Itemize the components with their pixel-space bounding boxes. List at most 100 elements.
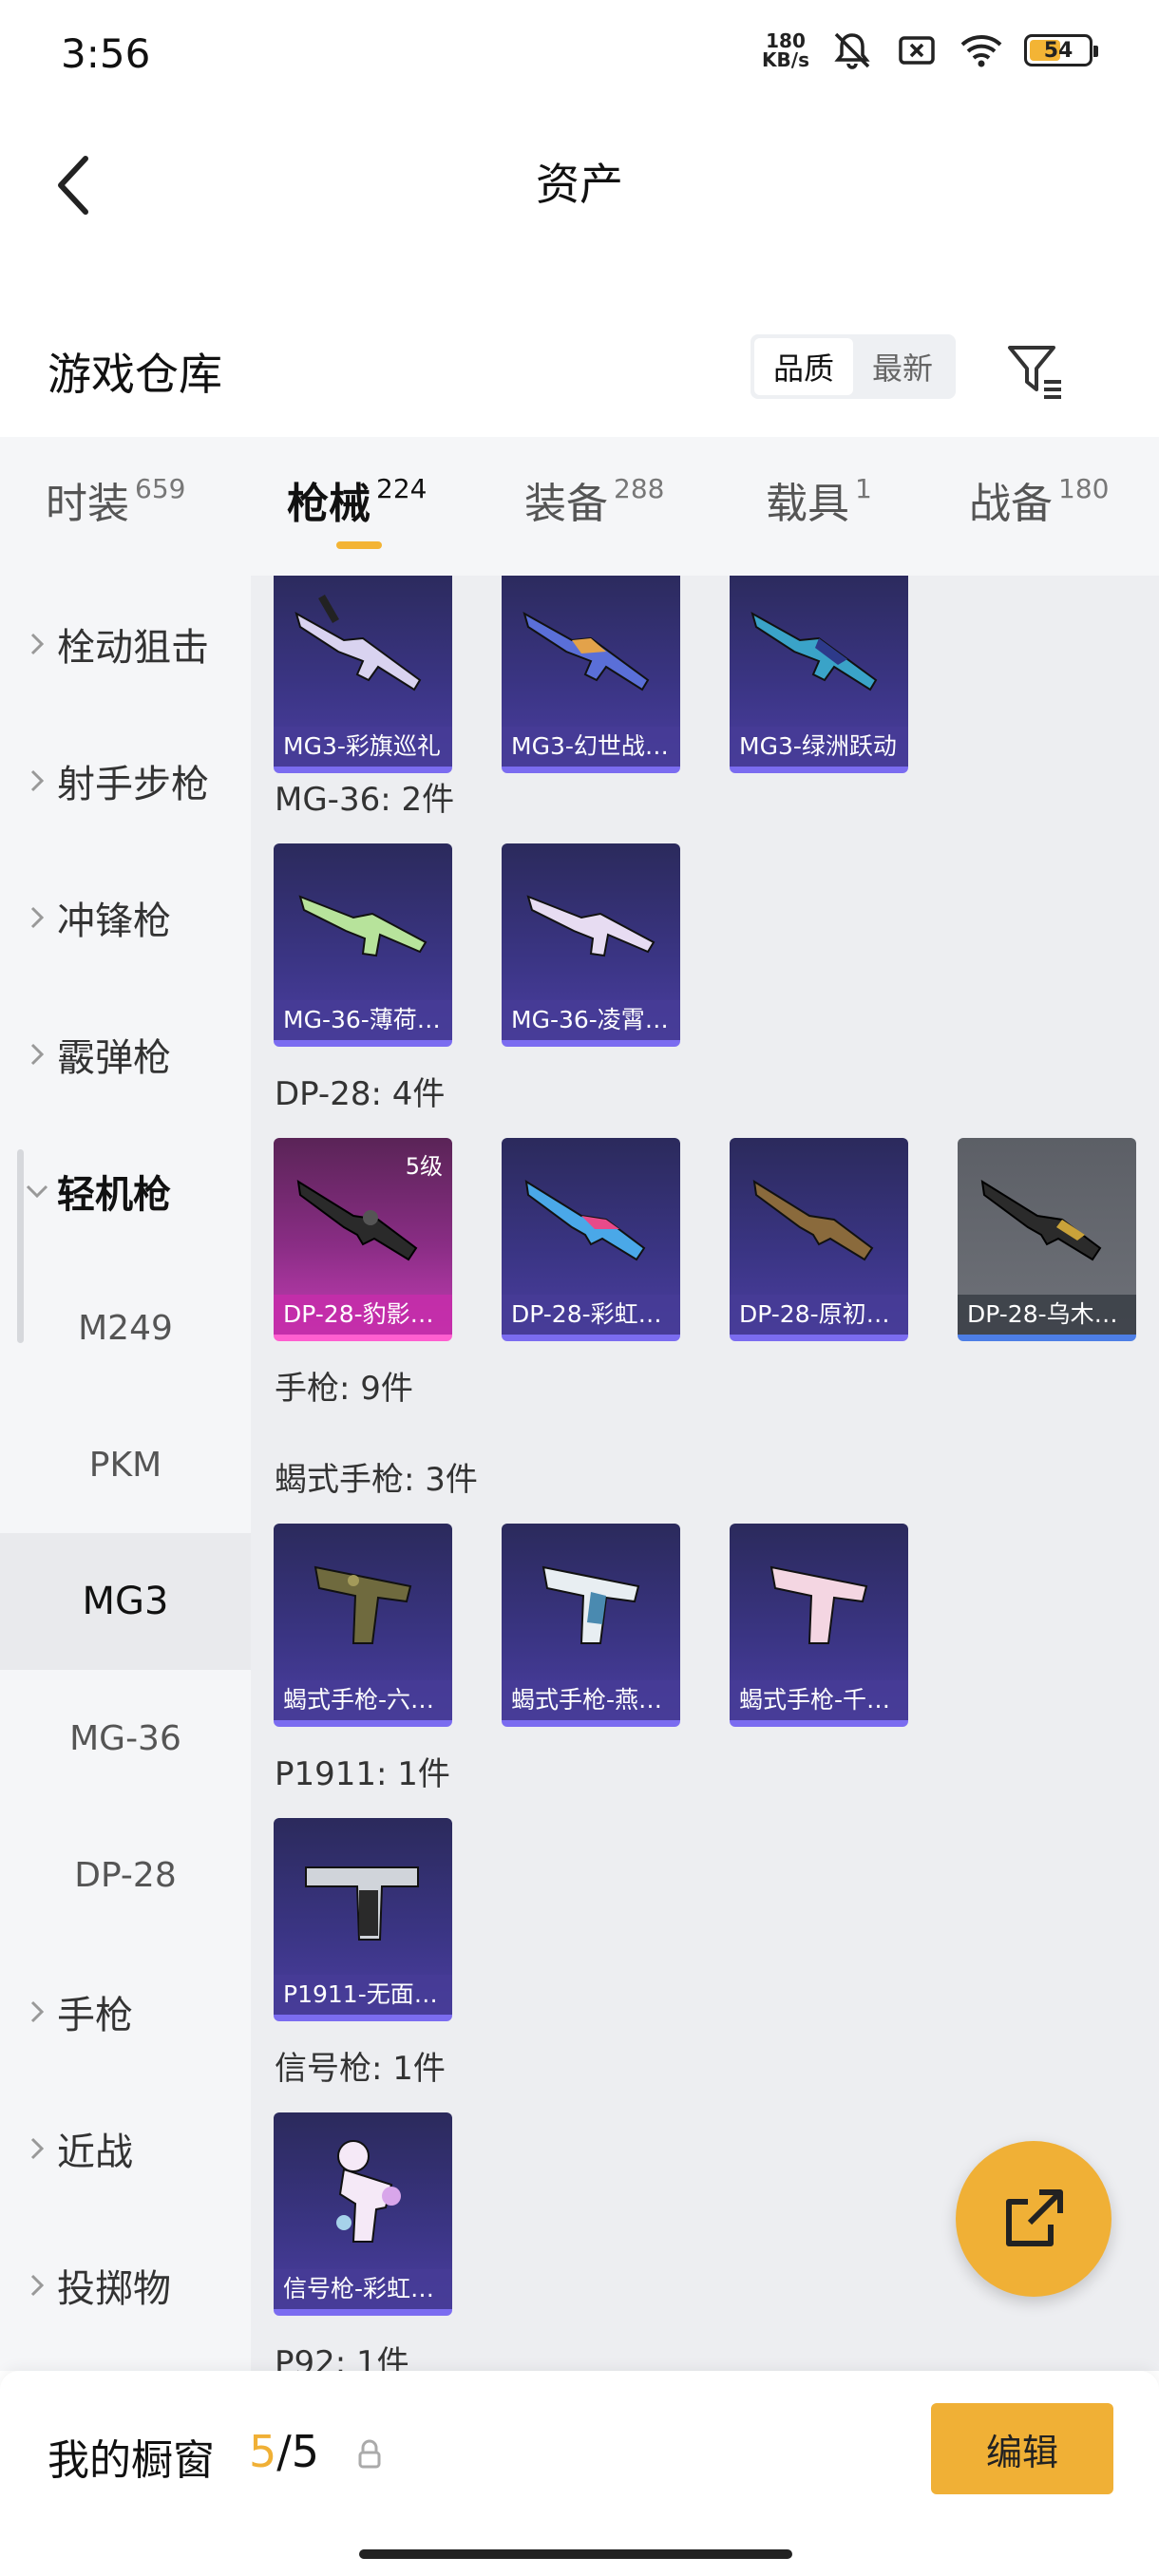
section-label-dp28: DP-28: 4件 xyxy=(275,1075,446,1113)
sidebar-item-marksman-rifle[interactable]: 射手步枪 xyxy=(0,712,251,849)
rifle-icon xyxy=(298,895,428,957)
page-title: 资产 xyxy=(536,159,623,210)
pistol-icon xyxy=(770,1565,868,1644)
lmg-icon xyxy=(522,611,650,691)
sidebar-item-smg[interactable]: 冲锋枪 xyxy=(0,849,251,986)
sidebar-item-mg3[interactable]: MG3 xyxy=(0,1533,251,1670)
chevron-down-icon xyxy=(25,1179,49,1203)
showcase-bar: 我的橱窗 5/5 编辑 xyxy=(0,2371,1159,2576)
sidebar-item-bolt-action-sniper[interactable]: 栓动狙击 xyxy=(0,576,251,712)
weapon-card-caption: MG-36-凌霄… xyxy=(502,1000,680,1040)
tab-label: 战备 xyxy=(969,480,1053,528)
tab-label: 枪械 xyxy=(287,480,370,528)
weapon-card[interactable]: P1911-无面… xyxy=(274,1818,452,2021)
weapon-type-sidebar: 栓动狙击 射手步枪 冲锋枪 霰弹枪 轻机枪 M249 PKM MG3 MG-36… xyxy=(0,576,251,2371)
sidebar-scrollbar[interactable] xyxy=(17,1149,24,1343)
sidebar-item-melee[interactable]: 近战 xyxy=(0,2080,251,2217)
chevron-right-icon xyxy=(25,632,49,656)
lock-icon xyxy=(355,2437,384,2472)
sidebar-item-label: 射手步枪 xyxy=(57,763,209,806)
tab-label: 装备 xyxy=(524,480,608,528)
pistol-icon xyxy=(305,1866,419,1941)
tab-label: 时装 xyxy=(46,480,129,528)
nav-bar: 资产 xyxy=(0,104,1159,247)
weapon-card[interactable]: DP-28-乌木… xyxy=(958,1138,1136,1341)
battery-icon: 54 xyxy=(1024,34,1098,66)
tab-count: 224 xyxy=(376,473,428,504)
share-external-icon xyxy=(1006,2189,1063,2246)
tab-firearms[interactable]: 枪械 224 xyxy=(287,469,427,530)
weapon-card[interactable]: 5级 DP-28-豹影… xyxy=(274,1138,452,1341)
tab-label: 载具 xyxy=(766,480,849,528)
weapon-card-caption: MG3-绿洲跃动 xyxy=(730,727,908,767)
sort-latest-button[interactable]: 最新 xyxy=(853,338,952,395)
weapon-card-caption: MG-36-薄荷… xyxy=(274,1000,452,1040)
weapon-level-badge: 5级 xyxy=(405,1153,443,1180)
section-label-p1911: P1911: 1件 xyxy=(275,1755,450,1793)
sidebar-item-label: 投掷物 xyxy=(57,2267,171,2311)
section-label-mg36: MG-36: 2件 xyxy=(275,781,455,819)
sidebar-item-label: DP-28 xyxy=(74,1855,177,1895)
lmg-icon xyxy=(524,1180,646,1261)
weapon-card[interactable]: 蝎式手枪-千… xyxy=(730,1524,908,1727)
chevron-right-icon xyxy=(25,905,49,930)
sidebar-item-throwable[interactable]: 投掷物 xyxy=(0,2217,251,2354)
edit-button[interactable]: 编辑 xyxy=(931,2403,1113,2494)
weapon-card-caption: DP-28-豹影… xyxy=(274,1295,452,1335)
weapon-grid: MG3-彩旗巡礼 MG3-幻世战… MG3-绿洲跃动 MG-36: 2件 MG-… xyxy=(251,576,1159,2371)
weapon-card[interactable]: 蝎式手枪-六… xyxy=(274,1524,452,1727)
weapon-card[interactable]: DP-28-原初… xyxy=(730,1138,908,1341)
filter-icon xyxy=(1008,346,1061,399)
pistol-icon xyxy=(314,1565,412,1644)
weapon-card[interactable]: MG3-绿洲跃动 xyxy=(730,576,908,773)
weapon-card[interactable]: MG-36-薄荷… xyxy=(274,843,452,1047)
sidebar-item-label: MG3 xyxy=(82,1580,169,1623)
filter-button[interactable] xyxy=(1002,338,1069,405)
weapon-card-caption: 蝎式手枪-六… xyxy=(274,1680,452,1720)
sidebar-item-lmg[interactable]: 轻机枪 xyxy=(0,1123,251,1260)
weapon-card[interactable]: MG-36-凌霄… xyxy=(502,843,680,1047)
weapon-card-caption: 蝎式手枪-燕… xyxy=(502,1680,680,1720)
weapon-card-caption: MG3-彩旗巡礼 xyxy=(274,727,452,767)
weapon-card[interactable]: 蝎式手枪-燕… xyxy=(502,1524,680,1727)
tab-vehicles[interactable]: 载具 1 xyxy=(766,469,872,530)
weapon-card[interactable]: 信号枪-彩虹… xyxy=(274,2112,452,2316)
sidebar-item-label: 手枪 xyxy=(57,1994,133,2037)
showcase-used: 5 xyxy=(249,2426,277,2477)
warehouse-title: 游戏仓库 xyxy=(48,349,222,400)
pistol-icon xyxy=(542,1565,640,1644)
sidebar-item-dp28[interactable]: DP-28 xyxy=(0,1807,251,1943)
weapon-card[interactable]: MG3-彩旗巡礼 xyxy=(274,576,452,773)
sort-quality-button[interactable]: 品质 xyxy=(754,338,853,395)
weapon-card[interactable]: MG3-幻世战… xyxy=(502,576,680,773)
sidebar-item-label: 栓动狙击 xyxy=(57,626,209,670)
weapon-card-caption: 蝎式手枪-千… xyxy=(730,1680,908,1720)
tab-fashion[interactable]: 时装 659 xyxy=(46,469,185,530)
lmg-icon xyxy=(750,611,878,691)
sidebar-item-m249[interactable]: M249 xyxy=(0,1260,251,1396)
net-speed-value: 180 xyxy=(766,29,806,52)
sidebar-item-pkm[interactable]: PKM xyxy=(0,1396,251,1533)
weapon-card-caption: MG3-幻世战… xyxy=(502,727,680,767)
tab-supplies[interactable]: 战备 180 xyxy=(969,469,1109,530)
chevron-right-icon xyxy=(25,1999,49,2024)
showcase-count: 5/5 xyxy=(249,2426,319,2477)
sidebar-item-shotgun[interactable]: 霰弹枪 xyxy=(0,986,251,1123)
weapon-card[interactable]: DP-28-彩虹… xyxy=(502,1138,680,1341)
mute-icon xyxy=(830,28,874,72)
share-button[interactable] xyxy=(956,2141,1112,2297)
battery-tip xyxy=(1093,46,1098,57)
sidebar-item-pistol[interactable]: 手枪 xyxy=(0,1943,251,2080)
sidebar-item-mg36[interactable]: MG-36 xyxy=(0,1670,251,1807)
home-indicator[interactable] xyxy=(359,2549,792,2559)
section-label-pistol: 手枪: 9件 xyxy=(275,1370,413,1408)
sort-toggle: 品质 最新 xyxy=(750,334,956,399)
tab-count: 659 xyxy=(135,473,186,504)
wifi-icon xyxy=(960,28,1003,72)
tab-equipment[interactable]: 装备 288 xyxy=(524,469,664,530)
active-tab-indicator xyxy=(336,541,382,549)
chevron-right-icon xyxy=(25,2273,49,2298)
tab-count: 1 xyxy=(855,473,872,504)
chevron-right-icon xyxy=(25,1042,49,1067)
weapon-card-caption: 信号枪-彩虹… xyxy=(274,2269,452,2309)
